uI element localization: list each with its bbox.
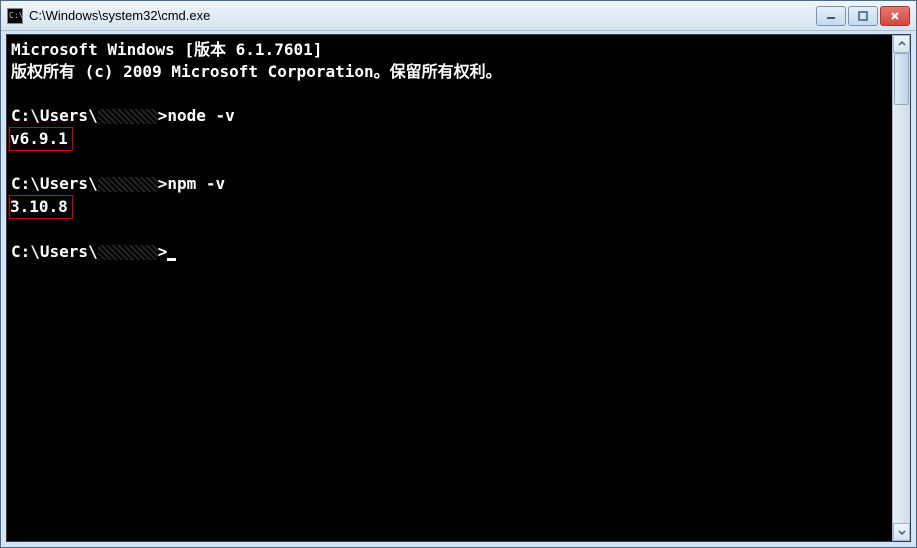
terminal-output[interactable]: Microsoft Windows [版本 6.1.7601]版权所有 (c) … [7,35,892,541]
scroll-down-button[interactable] [893,523,910,541]
scroll-thumb[interactable] [894,53,909,105]
prompt-suffix: > [158,174,168,193]
prompt-prefix: C:\Users\ [11,174,98,193]
window-title: C:\Windows\system32\cmd.exe [29,8,816,23]
scroll-track[interactable] [893,53,910,523]
maximize-button[interactable] [848,6,878,26]
prompt-prefix: C:\Users\ [11,242,98,261]
prompt-line-1: C:\Users\ >node -v [11,105,888,127]
prompt-prefix: C:\Users\ [11,106,98,125]
command-1: node -v [167,106,234,125]
banner-line-2: 版权所有 (c) 2009 Microsoft Corporation。保留所有… [11,61,888,83]
scroll-up-button[interactable] [893,35,910,53]
banner-line-1: Microsoft Windows [版本 6.1.7601] [11,39,888,61]
minimize-button[interactable] [816,6,846,26]
output-2-highlight: 3.10.8 [9,195,73,219]
content-area: Microsoft Windows [版本 6.1.7601]版权所有 (c) … [6,34,911,542]
redacted-username [98,109,158,124]
close-button[interactable] [880,6,910,26]
prompt-line-3: C:\Users\ > [11,241,888,263]
redacted-username [98,177,158,192]
cmd-window: C:\ C:\Windows\system32\cmd.exe Microsof… [0,0,917,548]
window-controls [816,6,910,26]
command-2: npm -v [167,174,225,193]
cursor [167,258,176,261]
cmd-icon: C:\ [7,8,23,24]
output-1: v6.9.1 [10,129,68,148]
minimize-icon [826,11,836,21]
titlebar[interactable]: C:\ C:\Windows\system32\cmd.exe [1,1,916,31]
output-2: 3.10.8 [10,197,68,216]
maximize-icon [858,11,868,21]
chevron-down-icon [898,528,906,536]
vertical-scrollbar[interactable] [892,35,910,541]
prompt-suffix: > [158,106,168,125]
chevron-up-icon [898,40,906,48]
prompt-line-2: C:\Users\ >npm -v [11,173,888,195]
close-icon [890,11,900,21]
output-1-highlight: v6.9.1 [9,127,73,151]
prompt-suffix: > [158,242,168,261]
redacted-username [98,245,158,260]
